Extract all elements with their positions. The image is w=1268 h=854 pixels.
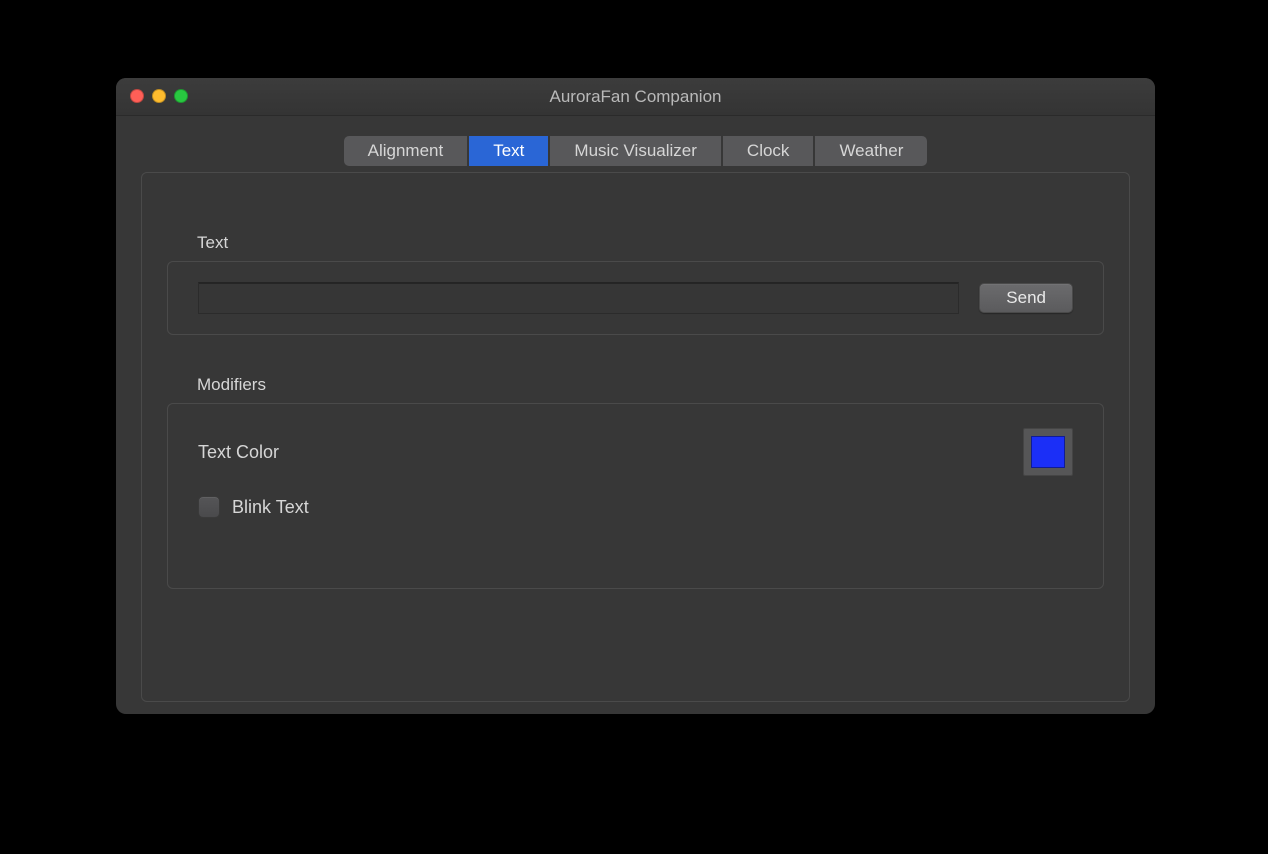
modifiers-group-box: Text Color Blink Text xyxy=(167,403,1104,589)
blink-text-checkbox[interactable] xyxy=(198,496,220,518)
tab-weather[interactable]: Weather xyxy=(815,136,927,166)
send-button[interactable]: Send xyxy=(979,283,1073,313)
titlebar: AuroraFan Companion xyxy=(116,78,1155,116)
tab-clock[interactable]: Clock xyxy=(723,136,814,166)
tab-bar: Alignment Text Music Visualizer Clock We… xyxy=(116,136,1155,166)
content-frame: Text Send Modifiers Text Color Blink Tex… xyxy=(141,172,1130,702)
blink-text-label: Blink Text xyxy=(232,497,309,518)
text-input[interactable] xyxy=(198,282,959,314)
minimize-window-button[interactable] xyxy=(152,89,166,103)
text-group-box: Send xyxy=(167,261,1104,335)
tab-alignment[interactable]: Alignment xyxy=(344,136,468,166)
zoom-window-button[interactable] xyxy=(174,89,188,103)
window-title: AuroraFan Companion xyxy=(550,87,722,107)
text-color-label: Text Color xyxy=(198,442,279,463)
text-input-row: Send xyxy=(198,282,1073,314)
close-window-button[interactable] xyxy=(130,89,144,103)
modifiers-heading: Modifiers xyxy=(197,375,1104,395)
text-color-well[interactable] xyxy=(1023,428,1073,476)
app-window: AuroraFan Companion Alignment Text Music… xyxy=(116,78,1155,714)
text-color-row: Text Color xyxy=(198,428,1073,476)
tab-music-visualizer[interactable]: Music Visualizer xyxy=(550,136,721,166)
text-group-heading: Text xyxy=(197,233,1104,253)
tab-text[interactable]: Text xyxy=(469,136,548,166)
text-color-swatch xyxy=(1031,436,1065,468)
traffic-lights xyxy=(130,89,188,103)
blink-text-row: Blink Text xyxy=(198,496,1073,518)
